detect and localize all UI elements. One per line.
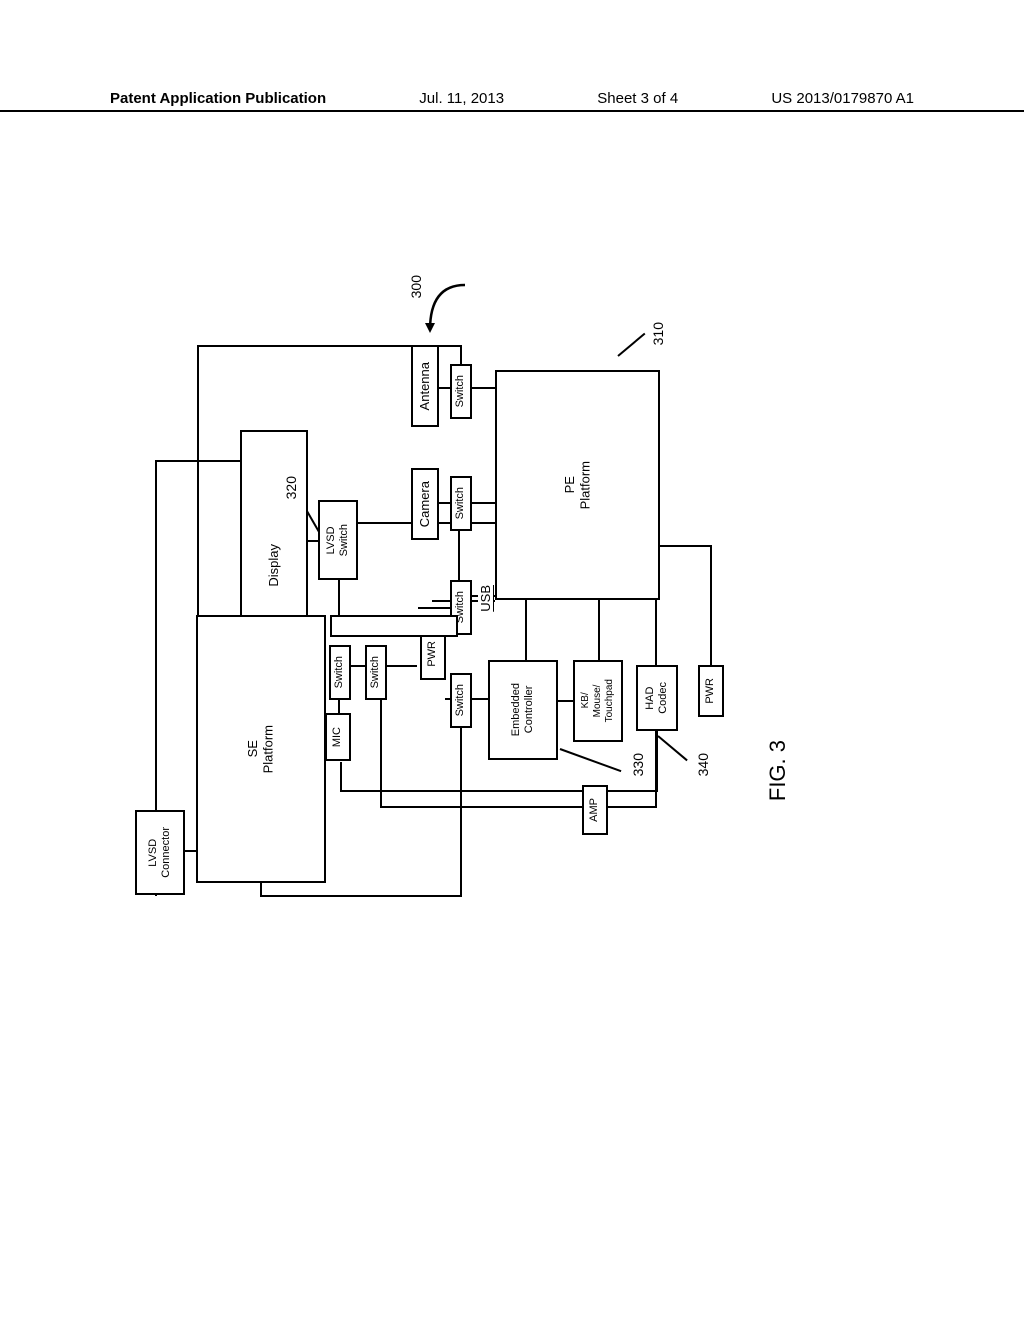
switch-bottom-3: Switch [329,645,351,700]
lvsd-switch-block: LVSDSwitch [318,500,358,580]
antenna-block: Antenna [411,345,439,427]
camera-switch-block: Switch [450,476,472,531]
embedded-controller-block: EmbeddedController [488,660,558,760]
pe-platform-block: PEPlatform [495,370,660,600]
ref-320: 320 [283,476,299,499]
amp-block: AMP [582,785,608,835]
ref-330: 330 [630,753,646,776]
usb-label: USB [478,585,493,612]
antenna-switch-block: Switch [450,364,472,419]
camera-block: Camera [411,468,439,540]
figure-page: FIG. 3 300 Antenna Switch Display LVSDSw… [100,90,924,1220]
pwr-block-1: PWR [698,665,724,717]
kb-mouse-block: KB/Mouse/Touchpad [573,660,623,742]
ref-310: 310 [650,322,666,345]
bus-bar [330,615,458,637]
se-platform-block: SEPlatform [196,615,326,883]
switch-bottom-2: Switch [365,645,387,700]
figure-caption: FIG. 3 [765,740,791,801]
arrow-icon [420,275,470,335]
switch-bottom-1: Switch [450,673,472,728]
ref-300: 300 [408,275,424,298]
had-codec-block: HADCodec [636,665,678,731]
ref-340: 340 [695,753,711,776]
mic-block: MIC [325,713,351,761]
lvsd-connector-block: LVSDConnector [135,810,185,895]
